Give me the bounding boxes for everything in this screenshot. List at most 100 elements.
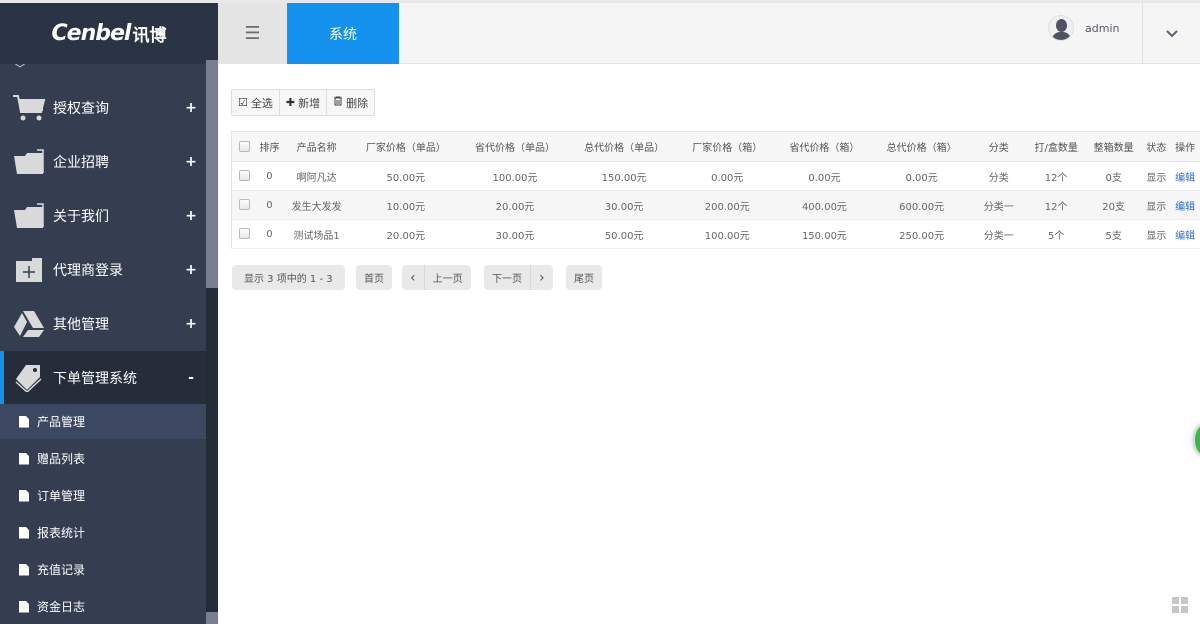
sidebar-subitem-recharge-records[interactable]: 充值记录 (0, 552, 206, 587)
sidebar-subitem-label: 充值记录 (37, 563, 86, 577)
row-checkbox[interactable] (239, 170, 251, 182)
file-icon (19, 452, 29, 465)
select-all-button[interactable]: ☑ 全选 (232, 90, 280, 115)
collapse-arrow-icon[interactable]: ﹀ (14, 64, 26, 77)
header-product-name[interactable]: 产品名称 (281, 131, 352, 162)
product-table: 排序 产品名称 厂家价格（单品） 省代价格（单品） 总代价格（单品） 厂家价格（… (231, 131, 1200, 249)
scrollbar-thumb-bottom[interactable] (206, 612, 218, 624)
cell-sort: 0 (257, 190, 282, 220)
cell-status: 显示 (1142, 161, 1171, 191)
select-all-label: 全选 (250, 96, 273, 110)
header-factory-price-box[interactable]: 厂家价格（箱） (678, 131, 776, 162)
grid-icon[interactable] (1172, 597, 1188, 613)
header-category[interactable]: 分类 (970, 131, 1028, 162)
chevron-left-icon: ‹ (410, 269, 416, 286)
table-row: 0 啊阿凡达 50.00元 100.00元 150.00元 0.00元 0.00… (231, 161, 1200, 191)
avatar-body (1052, 32, 1071, 40)
row-checkbox[interactable] (239, 199, 251, 211)
cell-sort: 0 (257, 161, 282, 191)
username: admin (1085, 21, 1120, 35)
header-pack-quantity[interactable]: 打/盒数量 (1027, 131, 1085, 162)
cell-provincial-price-unit: 30.00元 (460, 219, 570, 249)
trash-icon (333, 96, 343, 109)
chevron-down-icon (1165, 29, 1178, 37)
table-row: 0 发生大发发 10.00元 20.00元 30.00元 200.00元 400… (231, 190, 1200, 220)
edit-link[interactable]: 编辑 (1175, 231, 1195, 242)
cell-pack-quantity: 12个 (1027, 161, 1085, 191)
add-button[interactable]: ✚ 新增 (280, 90, 328, 115)
cell-category: 分类一 (970, 190, 1028, 220)
delete-button[interactable]: 删除 (327, 90, 374, 115)
logo-cn: 讯博 (132, 26, 167, 46)
cell-product-name: 测试场品1 (281, 219, 352, 249)
file-icon (19, 563, 29, 576)
select-all-checkbox[interactable] (239, 140, 251, 152)
cell-general-price-unit: 30.00元 (569, 190, 679, 220)
expand-icon: + (185, 261, 197, 278)
cell-box-quantity: 20支 (1084, 190, 1143, 220)
header-box-quantity[interactable]: 整箱数量 (1084, 131, 1143, 162)
header-sort[interactable]: 排序 (257, 131, 282, 162)
folder-plus-icon (12, 255, 46, 285)
hamburger-icon: ☰ (244, 23, 261, 44)
sidebar-item-recruitment[interactable]: 企业招聘 + (0, 135, 206, 188)
user-menu[interactable]: admin (1048, 15, 1119, 41)
header-status[interactable]: 状态 (1142, 131, 1171, 162)
cell-status: 显示 (1142, 219, 1171, 249)
header-general-price-box[interactable]: 总代价格（箱） (873, 131, 971, 162)
sidebar-subitem-reports[interactable]: 报表统计 (0, 515, 206, 550)
header-provincial-price-unit[interactable]: 省代价格（单品） (460, 131, 570, 162)
tab-system[interactable]: 系统 (287, 3, 399, 64)
sidebar-item-auth-query[interactable]: 授权查询 + (0, 81, 206, 134)
sidebar-subitem-order-management[interactable]: 订单管理 (0, 478, 206, 513)
menu-toggle-button[interactable]: ☰ (218, 3, 287, 64)
prev-page-button[interactable]: ‹ 上一页 (402, 265, 471, 290)
sidebar-item-about-us[interactable]: 关于我们 + (0, 189, 206, 242)
row-checkbox-cell (231, 190, 258, 220)
cell-factory-price-box: 100.00元 (678, 219, 776, 249)
sidebar-subitem-product-management[interactable]: 产品管理 (0, 404, 206, 439)
cell-actions: 编辑 (1170, 219, 1200, 249)
user-dropdown-button[interactable] (1142, 3, 1200, 64)
cell-factory-price-unit: 10.00元 (351, 190, 461, 220)
sidebar-item-agent-login[interactable]: 代理商登录 + (0, 243, 206, 296)
sidebar-item-label: 授权查询 (53, 100, 109, 117)
avatar (1048, 15, 1074, 41)
header-general-price-unit[interactable]: 总代价格（单品） (569, 131, 679, 162)
sidebar-item-other-management[interactable]: 其他管理 + (0, 297, 206, 350)
header-factory-price-unit[interactable]: 厂家价格（单品） (351, 131, 461, 162)
next-page-button[interactable]: 下一页 › (484, 265, 553, 290)
avatar-head (1056, 19, 1067, 32)
header-provincial-price-box[interactable]: 省代价格（箱） (775, 131, 874, 162)
scrollbar-thumb[interactable] (206, 60, 218, 288)
sidebar-subitem-label: 订单管理 (37, 489, 86, 503)
sidebar-subitem-fund-log[interactable]: 资金日志 (0, 589, 206, 624)
cell-general-price-box: 0.00元 (873, 161, 971, 191)
sidebar-subitem-gift-list[interactable]: 赠品列表 (0, 441, 206, 476)
file-icon (19, 489, 29, 502)
table-toolbar: ☑ 全选 ✚ 新增 删除 (231, 89, 376, 116)
cell-general-price-unit: 50.00元 (569, 219, 679, 249)
last-page-button[interactable]: 尾页 (566, 265, 602, 290)
edit-link[interactable]: 编辑 (1175, 173, 1195, 184)
last-page-label: 尾页 (574, 274, 594, 285)
sidebar-item-order-system[interactable]: 下单管理系统 - (0, 351, 206, 404)
chevron-right-icon: › (530, 265, 553, 290)
pagination-info-text: 显示 3 项中的 1 - 3 (244, 274, 333, 285)
add-label: 新增 (298, 96, 321, 110)
logo-text: Cenbel (51, 21, 132, 46)
cell-box-quantity: 5支 (1084, 219, 1143, 249)
row-checkbox[interactable] (239, 228, 251, 240)
cell-provincial-price-box: 400.00元 (775, 190, 874, 220)
cell-general-price-box: 250.00元 (873, 219, 971, 249)
first-page-button[interactable]: 首页 (356, 265, 392, 290)
cell-provincial-price-unit: 20.00元 (460, 190, 570, 220)
sidebar-scrollbar[interactable] (206, 60, 218, 624)
sidebar-nav: ﹀ 授权查询 + 企业招聘 + 关于我们 + 代理商登录 + 其他管理 + 下单… (0, 64, 206, 624)
edit-link[interactable]: 编辑 (1175, 202, 1195, 213)
row-checkbox-cell (231, 161, 258, 191)
floating-chat-button[interactable] (1193, 424, 1200, 456)
prev-page-label: 上一页 (423, 265, 471, 290)
sidebar-subitem-label: 赠品列表 (37, 452, 86, 466)
logo[interactable]: Cenbel 讯博 (0, 0, 218, 64)
